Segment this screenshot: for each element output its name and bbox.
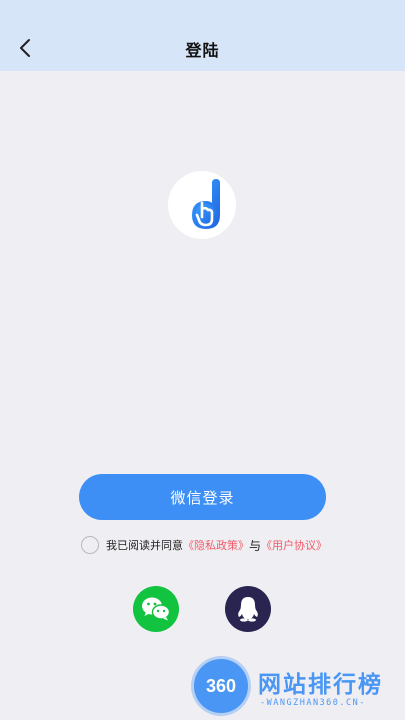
app-logo (168, 171, 236, 239)
qq-social-button[interactable] (225, 586, 271, 632)
site-watermark: 360 网站排行榜 -WANGZHAN360.CN- (192, 655, 402, 717)
watermark-badge: 360 (194, 659, 248, 713)
page-title: 登陆 (185, 41, 220, 60)
wechat-login-button[interactable]: 微信登录 (79, 474, 326, 520)
agreement-row: 我已阅读并同意 《隐私政策》 与 《用户协议》 (81, 535, 327, 555)
watermark-title: 网站排行榜 (258, 672, 383, 698)
app-logo-d-icon (192, 179, 220, 229)
watermark-subtitle: -WANGZHAN360.CN- (260, 698, 366, 708)
app-header: 登陆 (0, 0, 405, 71)
agreement-checkbox[interactable] (81, 536, 99, 554)
wechat-icon (142, 597, 171, 621)
qq-penguin-icon (238, 597, 258, 622)
agreement-prefix: 我已阅读并同意 (106, 539, 183, 552)
wechat-social-button[interactable] (133, 586, 179, 632)
agreement-and: 与 (249, 538, 262, 553)
user-agreement-link[interactable]: 《用户协议》 (261, 537, 327, 553)
privacy-policy-link[interactable]: 《隐私政策》 (183, 537, 249, 553)
login-page: 登陆 微信登录 我已阅读并同意 《隐私政策》 与 《用户协议》 360 网站排行… (0, 0, 405, 720)
